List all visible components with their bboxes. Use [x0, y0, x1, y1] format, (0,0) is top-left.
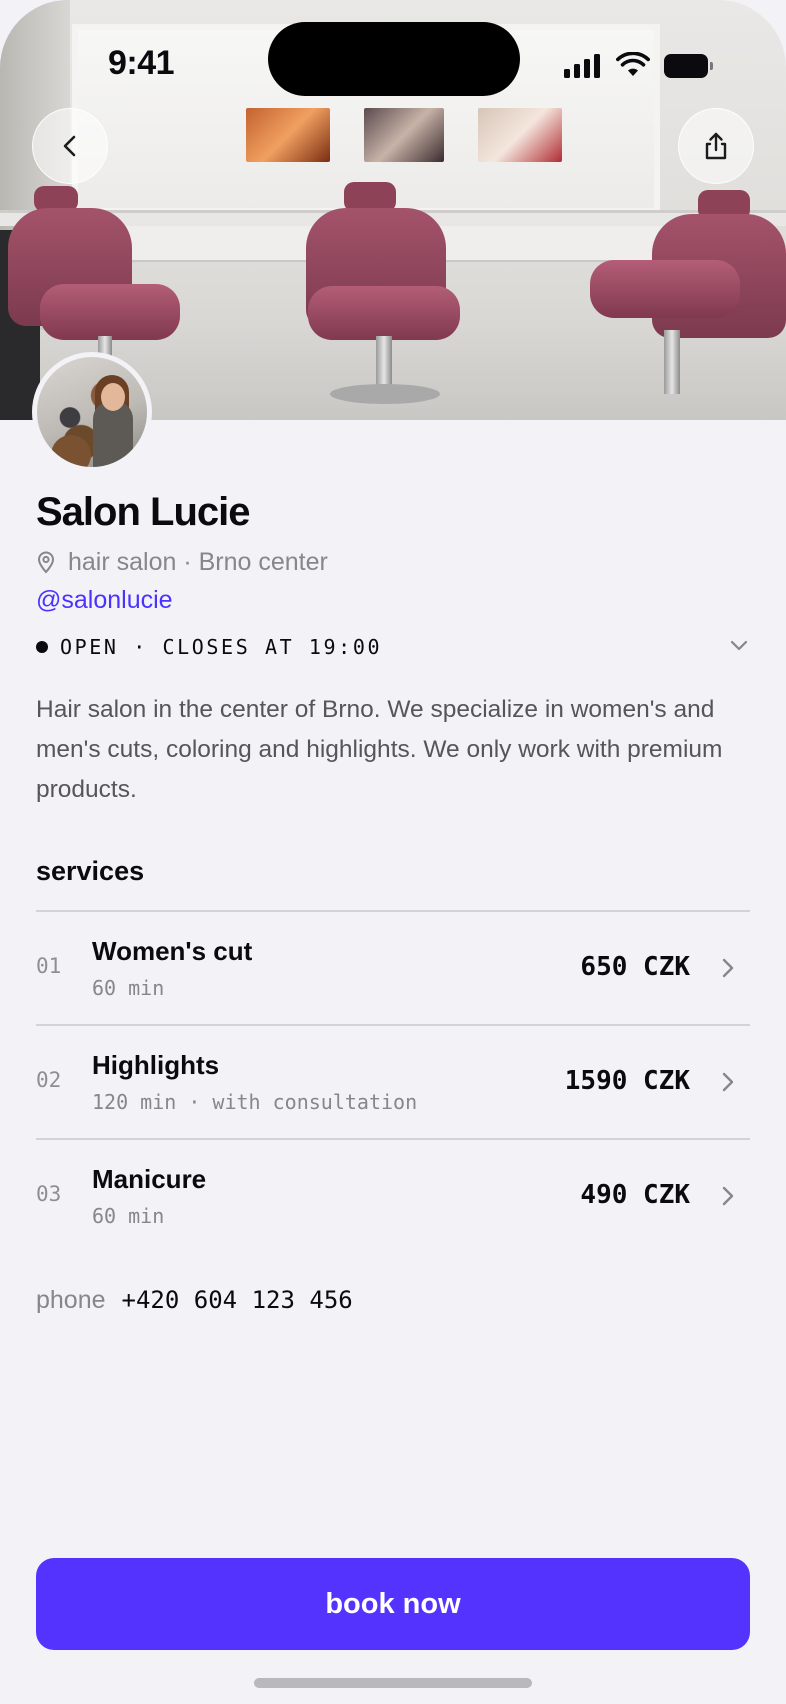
chevron-right-icon [722, 1186, 734, 1206]
service-price: 490 CZK [580, 1180, 690, 1210]
share-button[interactable] [678, 108, 754, 184]
wifi-icon [616, 52, 650, 76]
phone-label: phone [36, 1286, 106, 1314]
dynamic-island [268, 22, 520, 96]
location-text: hair salon · Brno center [68, 547, 328, 576]
status-time: 9:41 [108, 44, 175, 82]
contact-phone: phone +420 604 123 456 [36, 1286, 353, 1315]
opening-hours-text: OPEN · CLOSES AT 19:00 [60, 635, 383, 659]
service-number: 01 [36, 954, 62, 978]
service-row[interactable]: 03 Manicure 60 min 490 CZK [36, 1140, 750, 1252]
service-number: 03 [36, 1182, 62, 1206]
home-indicator [254, 1678, 532, 1688]
service-details: 60 min [92, 1204, 165, 1228]
salon-location: hair salon · Brno center [36, 546, 328, 578]
salon-name: Salon Lucie [36, 490, 250, 534]
service-name: Women's cut [92, 936, 253, 966]
location-pin-icon [37, 551, 55, 574]
service-price: 650 CZK [580, 952, 690, 982]
service-number: 02 [36, 1068, 62, 1092]
service-details: 120 min · with consultation [92, 1090, 418, 1114]
chevron-right-icon [722, 958, 734, 978]
salon-description: Hair salon in the center of Brno. We spe… [36, 696, 723, 803]
share-icon [705, 132, 727, 160]
open-status-dot [36, 641, 48, 653]
chevron-down-icon [730, 640, 748, 651]
service-price: 1590 CZK [564, 1066, 690, 1096]
service-name: Manicure [92, 1164, 207, 1194]
service-row[interactable]: 02 Highlights 120 min · with consultatio… [36, 1026, 750, 1138]
opening-hours-toggle[interactable]: OPEN · CLOSES AT 19:00 [36, 632, 750, 662]
battery-icon [664, 54, 714, 78]
salon-detail-screen: 9:41 Salon Lucie hair salon · Brno cente… [0, 0, 786, 1704]
cellular-signal-icon [564, 54, 600, 78]
status-bar: 9:41 [0, 0, 786, 120]
phone-number-link[interactable]: +420 604 123 456 [122, 1286, 353, 1314]
book-now-button[interactable]: book now [36, 1558, 750, 1650]
services-heading: services [36, 856, 145, 886]
chevron-left-icon [63, 135, 76, 157]
service-name: Highlights [92, 1050, 220, 1080]
service-row[interactable]: 01 Women's cut 60 min 650 CZK [36, 912, 750, 1024]
chevron-right-icon [722, 1072, 734, 1092]
back-button[interactable] [32, 108, 108, 184]
salon-handle-link[interactable]: @salonlucie [36, 586, 173, 615]
salon-avatar [32, 352, 152, 472]
service-details: 60 min [92, 976, 165, 1000]
